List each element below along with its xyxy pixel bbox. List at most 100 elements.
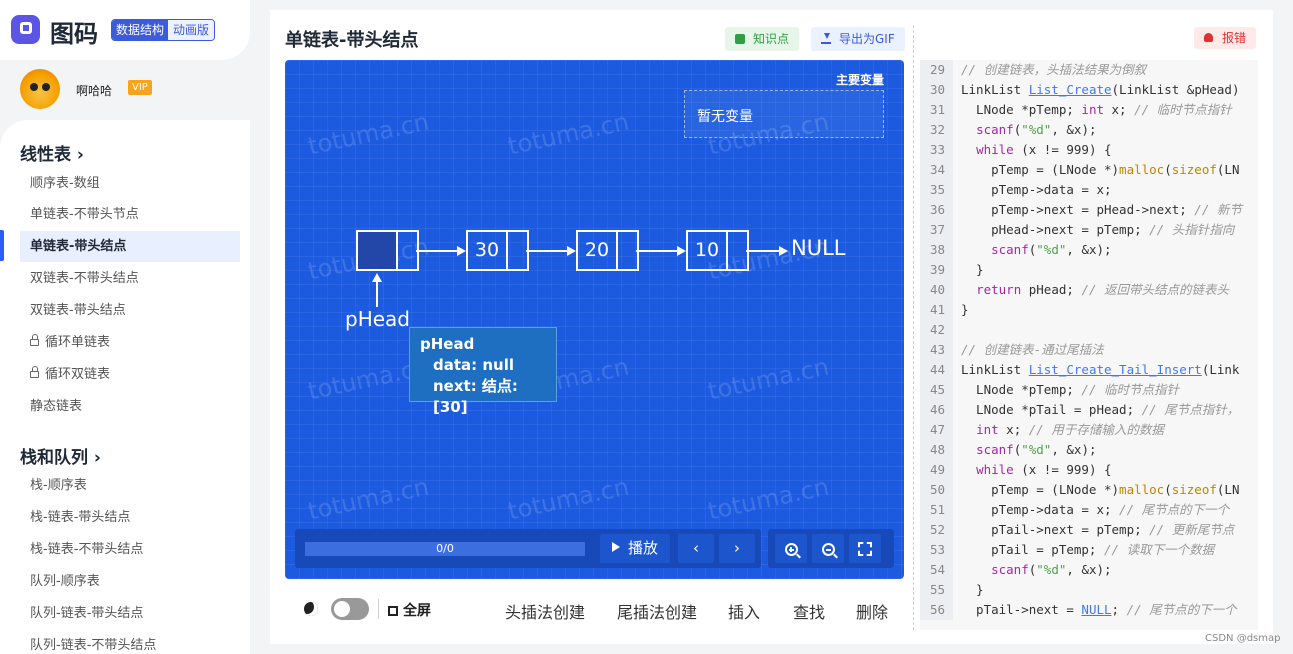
- watermark: totuma.cn: [705, 352, 832, 406]
- node-data: [358, 232, 398, 269]
- code-text: LNode *pTemp; // 临时节点指针: [953, 380, 1179, 400]
- fullscreen-icon: [388, 606, 398, 616]
- sidebar-item[interactable]: 双链表-带头结点: [20, 295, 240, 326]
- sidebar-item[interactable]: 顺序表-数组: [20, 168, 240, 199]
- knowledge-button[interactable]: 知识点: [725, 27, 800, 51]
- code-token: return: [976, 282, 1022, 297]
- line-number: 41: [920, 300, 953, 320]
- sidebar-item[interactable]: 静态链表: [20, 391, 240, 422]
- code-token: "%d": [1036, 242, 1067, 257]
- node-next: [618, 232, 637, 269]
- zoom-in-button[interactable]: [775, 534, 807, 563]
- sidebar-item-active[interactable]: 单链表-带头结点: [20, 231, 240, 262]
- code-token: x;: [998, 422, 1029, 437]
- line-number: 43: [920, 340, 953, 360]
- insert-button[interactable]: 插入: [728, 599, 760, 623]
- tail-insert-create-button[interactable]: 尾插法创建: [617, 599, 697, 623]
- play-button[interactable]: 播放: [600, 534, 670, 563]
- code-text: scanf("%d", &x);: [953, 120, 1096, 140]
- line-number: 35: [920, 180, 953, 200]
- delete-button[interactable]: 删除: [856, 599, 888, 623]
- export-gif-button[interactable]: 导出为GIF: [811, 27, 905, 51]
- search-button[interactable]: 查找: [793, 599, 825, 623]
- code-line: 47 int x; // 用于存储输入的数据: [920, 420, 1258, 440]
- code-text: pTemp->data = x;: [953, 180, 1111, 200]
- code-line: 39 }: [920, 260, 1258, 280]
- sidebar-item[interactable]: 栈-顺序表: [20, 470, 240, 501]
- footer-credit: CSDN @dsmap: [1205, 633, 1281, 644]
- brand-name[interactable]: 图码: [50, 14, 98, 49]
- fit-view-button[interactable]: [849, 534, 881, 563]
- section-linear-list[interactable]: 线性表 ›: [20, 140, 84, 165]
- user-name[interactable]: 啊哈哈: [76, 82, 112, 99]
- divider: [378, 599, 379, 619]
- logo-bar: 图码 数据结构 动画版: [0, 0, 250, 60]
- line-number: 34: [920, 160, 953, 180]
- head-node[interactable]: [356, 230, 419, 271]
- sidebar-item[interactable]: 队列-顺序表: [20, 566, 240, 597]
- avatar[interactable]: [20, 69, 60, 109]
- code-panel[interactable]: 29// 创建链表，头插法结果为倒叙 30 LinkList List_Create…: [920, 60, 1258, 630]
- sidebar-item[interactable]: 双链表-不带头结点: [20, 263, 240, 294]
- code-token: }: [961, 582, 984, 597]
- head-insert-create-button[interactable]: 头插法创建: [505, 599, 585, 623]
- lock-icon: [30, 366, 39, 378]
- code-token: (Link: [1201, 362, 1240, 377]
- list-node[interactable]: 10: [686, 230, 749, 271]
- null-label: NULL: [791, 236, 846, 260]
- dark-mode-toggle[interactable]: [331, 598, 369, 620]
- code-token: "%d": [1036, 562, 1067, 577]
- sidebar-item[interactable]: 单链表-不带头节点: [20, 199, 240, 230]
- panel-divider: [913, 25, 914, 630]
- animation-canvas[interactable]: totuma.cn totuma.cn totuma.cn totuma.cn …: [285, 60, 904, 579]
- code-token: LinkList: [961, 362, 1029, 377]
- code-token: // 临时节点指针: [1134, 102, 1232, 117]
- next-step-button[interactable]: ›: [719, 534, 755, 563]
- code-line: 41}: [920, 300, 1258, 320]
- node-next: [728, 232, 747, 269]
- list-node[interactable]: 30: [466, 230, 529, 271]
- line-number: 32: [920, 120, 953, 140]
- sidebar-item[interactable]: 队列-链表-不带头结点: [20, 630, 240, 654]
- sidebar-item-locked[interactable]: 循环单链表: [20, 327, 240, 358]
- sidebar-item[interactable]: 栈-链表-不带头结点: [20, 534, 240, 565]
- sidebar-item[interactable]: 队列-链表-带头结点: [20, 598, 240, 629]
- code-token: "%d": [1021, 122, 1052, 137]
- code-token: pTemp->data = x;: [961, 502, 1120, 517]
- code-token: int: [1081, 102, 1104, 117]
- tooltip-data: data: null: [433, 356, 515, 374]
- code-token: // 创建链表，头插法结果为倒叙: [961, 62, 1147, 77]
- code-token: // 尾节点指针，: [1141, 402, 1240, 417]
- code-text: pTemp->data = x; // 尾节点的下一个: [953, 500, 1229, 520]
- code-token: // 新节: [1194, 202, 1242, 217]
- fullscreen-button[interactable]: 全屏: [388, 600, 431, 620]
- variables-title: 主要变量: [836, 73, 885, 87]
- list-node[interactable]: 20: [576, 230, 639, 271]
- code-line: 29 // 创建链表，头插法结果为倒叙: [920, 60, 1258, 80]
- code-token: // 创建链表-通过尾插法: [961, 342, 1104, 357]
- line-number: 47: [920, 420, 953, 440]
- zoom-out-button[interactable]: [812, 534, 844, 563]
- code-token: LNode *pTemp;: [961, 382, 1082, 397]
- code-line: 52 pTail->next = pTemp; // 更新尾节点: [920, 520, 1258, 540]
- code-token: // 用于存储输入的数据: [1028, 422, 1164, 437]
- section-stack-queue[interactable]: 栈和队列 ›: [20, 443, 101, 468]
- report-error-button[interactable]: 报错: [1194, 27, 1257, 49]
- code-token: pHead;: [1021, 282, 1082, 297]
- code-text: LNode *pTail = pHead; // 尾节点指针，: [953, 400, 1239, 420]
- next-arrow: [416, 246, 466, 256]
- line-number: 52: [920, 520, 953, 540]
- prev-step-button[interactable]: ‹: [678, 534, 714, 563]
- code-line: 48 scanf("%d", &x);: [920, 440, 1258, 460]
- line-number: 31: [920, 100, 953, 120]
- sidebar-item[interactable]: 栈-链表-带头结点: [20, 502, 240, 533]
- sidebar-item-locked[interactable]: 循环双链表: [20, 359, 240, 390]
- progress-bar[interactable]: 0/0: [305, 542, 585, 556]
- logo-icon[interactable]: [11, 15, 40, 44]
- line-number: 50: [920, 480, 953, 500]
- code-text: pTail->next = NULL; // 尾节点的下一个: [953, 600, 1237, 620]
